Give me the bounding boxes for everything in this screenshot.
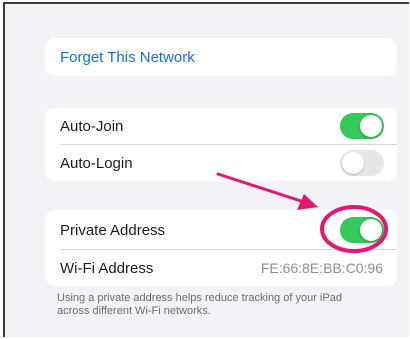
settings-panel: Forget This Network Auto-Join Auto-Login… [3,2,409,337]
private-address-row: Private Address [45,212,397,248]
auto-join-label: Auto-Join [60,117,124,135]
toggle-knob [360,219,382,241]
private-address-toggle[interactable] [340,217,384,243]
private-address-footnote: Using a private address helps reduce tra… [57,292,342,317]
auto-join-row: Auto-Join [45,108,397,144]
wifi-address-row: Wi-Fi Address FE:66:8E:BB:C0:96 [45,250,397,286]
auto-join-toggle[interactable] [340,113,384,139]
forget-network-label: Forget This Network [60,48,195,66]
toggle-knob [360,115,382,137]
private-address-label: Private Address [60,221,166,239]
privacy-settings-group: Private Address Wi-Fi Address FE:66:8E:B… [45,210,397,286]
wifi-address-value: FE:66:8E:BB:C0:96 [260,260,383,276]
auto-login-toggle[interactable] [340,150,384,176]
auto-login-label: Auto-Login [60,154,133,172]
forget-network-group: Forget This Network [45,38,397,76]
wifi-address-label: Wi-Fi Address [60,259,154,277]
forget-network-button[interactable]: Forget This Network [45,39,397,75]
auto-login-row: Auto-Login [45,145,397,181]
join-settings-group: Auto-Join Auto-Login [45,108,397,181]
toggle-knob [342,152,364,174]
